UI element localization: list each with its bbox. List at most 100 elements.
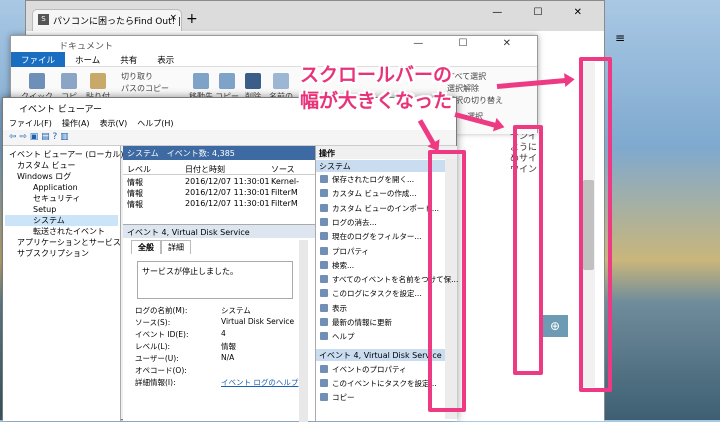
copy-icon [61,73,77,89]
action-item[interactable]: カスタム ビューの作成... [320,188,440,199]
rename-icon [273,73,289,89]
browser-tab[interactable]: S パソコンに困ったらFind Out! |... × [32,9,182,31]
action-item[interactable]: 表示 [320,303,440,314]
tab-view[interactable]: 表示 [147,52,184,68]
table-row[interactable]: 情報 2016/12/07 11:30:01 FilterM [123,187,315,198]
action-icon [320,260,328,269]
event-detail-header: イベント 4, Virtual Disk Service [123,225,315,238]
callout-text: スクロールバーの 幅が大きくなった [300,62,452,114]
explorer-window-controls[interactable]: — ☐ ✕ [413,38,527,49]
help-link[interactable]: イベント ログのヘルプ [221,377,298,388]
explorer-ribbon-tabs: ファイル ホーム 共有 表示 [11,52,537,68]
action-item[interactable]: 保存されたログを開く... [320,174,440,185]
action-icon [320,203,328,212]
action-icon [320,332,328,341]
action-icon [320,318,328,326]
action-icon [320,232,328,241]
action-icon [320,393,328,401]
action-icon [320,379,328,387]
event-message: サービスが停止しました。 [137,261,293,299]
action-item[interactable]: コピー [320,392,440,403]
action-item[interactable]: プロパティ [320,246,440,257]
tree-item[interactable]: アプリケーションとサービス ログ [5,237,139,248]
action-item[interactable]: カスタム ビューのインポート... [320,203,440,214]
field-level: レベル(L): 情報 [135,342,236,351]
browser-window-controls[interactable]: — ☐ ✕ [492,7,596,18]
select-all-button[interactable]: すべて選択 [447,71,486,82]
menu-file[interactable]: ファイル(F) [9,119,52,128]
highlight-box [428,150,466,412]
action-item[interactable]: 現在のログをフィルター... [320,231,440,242]
browser-tabbar: S パソコンに困ったらFind Out! |... × + — ☐ ✕ [26,1,604,31]
pin-icon [29,73,45,89]
menu-icon[interactable]: ≡ [615,31,625,45]
tree-item[interactable]: Setup [5,204,118,215]
action-item[interactable]: ヘルプ [320,331,440,342]
action-item[interactable]: 最新の情報に更新 [320,317,440,328]
tab-home[interactable]: ホーム [65,52,110,68]
action-icon [320,189,328,198]
field-source: ソース(S): Virtual Disk Service [135,317,295,327]
paste-icon [90,73,106,89]
event-list-header: システム イベント数: 4,385 [123,146,315,160]
action-item[interactable]: このログにタスクを設定... [320,288,440,299]
field-user: ユーザー(U): N/A [135,353,235,363]
action-item[interactable]: ログの消去... [320,217,440,228]
callout-line-2: 幅が大きくなった [300,90,453,112]
tab-share[interactable]: 共有 [110,52,147,68]
highlight-box [513,125,543,375]
close-tab-icon[interactable]: × [169,13,177,23]
toolbar[interactable]: ⇦ ⇨ ▣ ▤ ? ▥ [3,130,456,146]
actions-section-system[interactable]: システム [316,160,446,172]
tree-item[interactable]: セキュリティ [5,193,118,204]
action-item[interactable]: 検索... [320,260,440,271]
action-icon [320,217,328,226]
cut-button[interactable]: 切り取り [121,71,153,82]
callout-line-1: スクロールバーの [300,64,453,86]
copy-to-icon [219,73,235,89]
action-icon [320,289,328,298]
field-log-name: ログの名前(M): システム [135,306,251,315]
actions-section-event[interactable]: イベント 4, Virtual Disk Service [316,349,446,361]
tree-item-selected[interactable]: システム [5,215,118,226]
action-item[interactable]: イベントのプロパティ [320,364,440,375]
delete-icon [245,73,261,89]
highlight-box [579,57,612,392]
new-tab-button[interactable]: + [186,11,198,27]
tree-item[interactable]: カスタム ビュー [5,160,118,171]
tab-file[interactable]: ファイル [11,52,66,68]
tree-item[interactable]: 転送されたイベント [5,226,118,237]
event-viewer-window: イベント ビューアー ファイル(F) 操作(A) 表示(V) ヘルプ(H) ⇦ ⇨ ▣… [2,97,458,422]
table-row[interactable]: 情報 2016/12/07 11:30:01 Kernel- [123,176,315,187]
action-icon [320,246,328,255]
column-date[interactable]: 日付と時刻 [185,164,225,175]
table-row[interactable]: 情報 2016/12/07 11:30:01 FilterM [123,198,315,209]
event-list-pane: システム イベント数: 4,385 レベル 日付と時刻 ソース 情報 2016/1… [123,146,315,422]
tree-item[interactable]: Windows ログ [5,171,118,182]
menu-action[interactable]: 操作(A) [62,119,90,128]
field-more-info: 詳細情報(I): イベント ログのヘルプ [135,377,299,388]
action-item[interactable]: すべてのイベントを名前をつけて保... [320,274,458,285]
tab-general[interactable]: 全般 [131,240,161,254]
column-source[interactable]: ソース [271,164,295,175]
tab-details[interactable]: 詳細 [161,240,191,254]
navigation-tree: イベント ビューアー (ローカル) カスタム ビュー Windows ログ Ap… [3,146,139,421]
copy-path-button[interactable]: パスのコピー [121,83,169,94]
zoom-button[interactable]: ⊕ [542,315,568,337]
action-icon [320,365,328,373]
move-icon [193,73,209,89]
tree-item[interactable]: Application [5,182,118,193]
menu-help[interactable]: ヘルプ(H) [137,119,173,128]
action-icon [320,175,328,183]
detail-scrollbar[interactable] [299,240,308,422]
column-headers: レベル 日付と時刻 ソース [123,163,315,175]
event-detail-pane: イベント 4, Virtual Disk Service 全般 詳細 サービスが停… [123,224,315,422]
action-icon [320,275,328,284]
tree-item[interactable]: サブスクリプション [5,248,118,259]
browser-tab-title: パソコンに困ったらFind Out! |... [53,17,182,27]
menu-bar: ファイル(F) 操作(A) 表示(V) ヘルプ(H) [3,116,456,130]
action-item[interactable]: このイベントにタスクを設定... [320,378,440,389]
column-level[interactable]: レベル [127,164,151,175]
tree-item[interactable]: イベント ビューアー (ローカル) [5,149,124,160]
menu-view[interactable]: 表示(V) [100,119,128,128]
